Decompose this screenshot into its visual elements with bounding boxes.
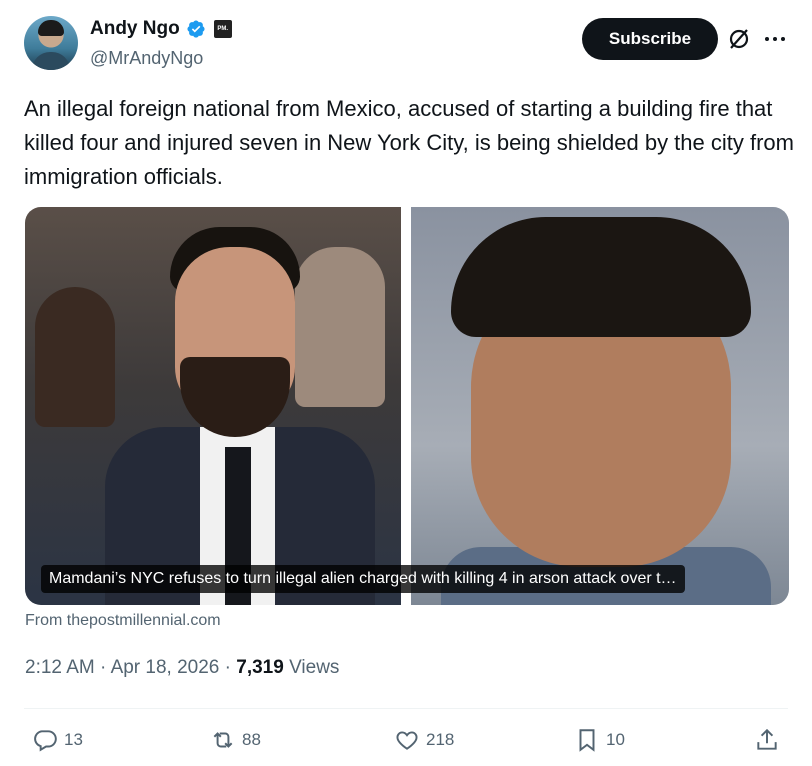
heart-icon	[396, 731, 418, 750]
left-photo	[25, 207, 401, 605]
tweet-time[interactable]: 2:12 AM	[25, 657, 95, 678]
bookmark-count: 10	[606, 730, 625, 749]
reply-button[interactable]: 13	[32, 724, 83, 756]
share-icon	[757, 728, 777, 750]
tweet-meta: 2:12 AM · Apr 18, 2026 · 7,319 Views	[25, 657, 339, 679]
tweet-date[interactable]: Apr 18, 2026	[111, 657, 220, 678]
repost-icon	[213, 732, 233, 748]
tweet-text: An illegal foreign national from Mexico,…	[24, 96, 794, 189]
card-caption[interactable]: Mamdani’s NYC refuses to turn illegal al…	[41, 565, 685, 593]
beard	[180, 357, 290, 437]
repost-count: 88	[242, 730, 261, 749]
views-count: 7,319	[236, 657, 284, 678]
bookmark-button[interactable]: 10	[574, 724, 625, 756]
avatar-hair	[38, 20, 64, 36]
avatar-body	[32, 52, 70, 70]
more-icon[interactable]	[762, 26, 788, 52]
name-row: Andy Ngo PM.	[90, 18, 232, 40]
like-button[interactable]: 218	[394, 724, 454, 756]
like-count: 218	[426, 730, 455, 749]
right-photo	[411, 207, 789, 605]
bookmark-icon	[579, 729, 595, 752]
grok-icon[interactable]	[726, 26, 752, 52]
meta-separator: ·	[100, 657, 111, 678]
background-person	[295, 247, 385, 407]
tweet-header: Andy Ngo PM. @MrAndyNgo Subscribe	[24, 16, 788, 74]
share-button[interactable]	[754, 724, 780, 756]
affiliation-badge[interactable]: PM.	[213, 20, 232, 38]
views-label: Views	[289, 657, 340, 678]
background-person	[35, 287, 115, 427]
verified-badge-icon	[187, 20, 205, 38]
reply-count: 13	[64, 730, 83, 749]
repost-button[interactable]: 88	[210, 724, 261, 756]
subscribe-button[interactable]: Subscribe	[582, 18, 718, 60]
meta-separator: ·	[224, 657, 237, 678]
link-card[interactable]: Mamdani’s NYC refuses to turn illegal al…	[25, 207, 789, 605]
hair	[451, 217, 751, 337]
card-source[interactable]: From thepostmillennial.com	[25, 612, 221, 630]
author-handle[interactable]: @MrAndyNgo	[90, 48, 203, 69]
reply-icon	[34, 730, 57, 752]
divider	[24, 708, 788, 709]
action-bar: 13 88 218 10	[24, 724, 788, 756]
avatar[interactable]	[24, 16, 78, 70]
photo-divider	[401, 207, 411, 605]
author-name[interactable]: Andy Ngo	[90, 18, 180, 40]
